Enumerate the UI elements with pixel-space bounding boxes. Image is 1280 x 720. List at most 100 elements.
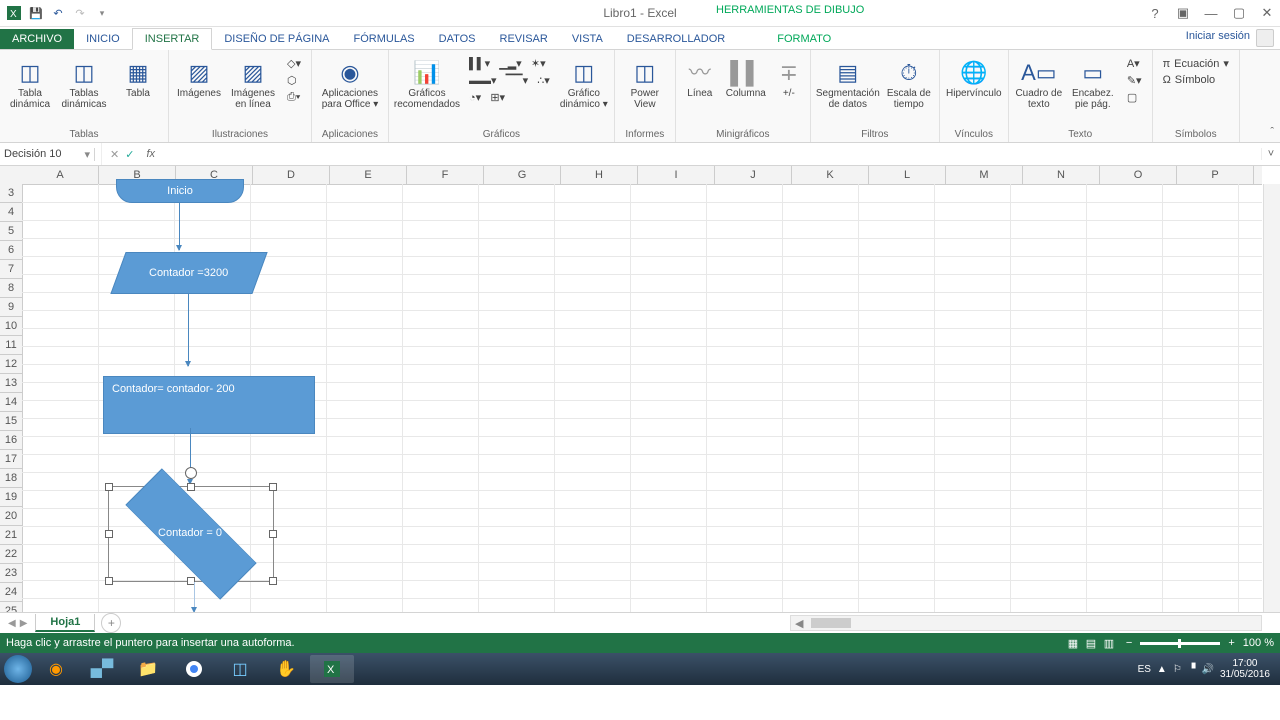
save-icon[interactable]: 💾	[26, 3, 46, 23]
add-sheet-button[interactable]: +	[101, 613, 121, 633]
btn-tablas-dinamicas[interactable]: ◫Tablas dinámicas	[58, 54, 110, 112]
user-avatar[interactable]	[1256, 29, 1274, 47]
handle-nw[interactable]	[105, 483, 113, 491]
shape-process[interactable]: Contador= contador- 200	[103, 376, 315, 434]
col-header[interactable]: A	[22, 166, 99, 184]
tab-revisar[interactable]: REVISAR	[488, 29, 560, 49]
taskbar-folder[interactable]: 📁	[126, 655, 170, 683]
row-header[interactable]: 7	[0, 260, 22, 279]
row-header[interactable]: 6	[0, 241, 22, 260]
row-header[interactable]: 9	[0, 298, 22, 317]
btn-tabla[interactable]: ▦Tabla	[112, 54, 164, 101]
btn-chart-pie[interactable]: ◔▾ ⊞▾	[465, 90, 554, 105]
col-header[interactable]: N	[1023, 166, 1100, 184]
taskbar-explorer[interactable]: ▄▀	[80, 655, 124, 683]
col-header[interactable]: J	[715, 166, 792, 184]
btn-mini-winloss[interactable]: ∓+/-	[772, 54, 806, 101]
btn-signature[interactable]: ✎▾	[1123, 73, 1146, 88]
row-headers[interactable]: 345678910111213141516171819202122232425	[0, 184, 23, 612]
btn-power-view[interactable]: ◫Power View	[619, 54, 671, 112]
btn-chart-bar[interactable]: ▬▬▾ ▔▔▾ ∴▾	[465, 73, 554, 88]
expand-formula-icon[interactable]: ˅	[1261, 148, 1280, 160]
taskbar-media[interactable]: ◉	[34, 655, 78, 683]
taskbar-chrome[interactable]	[172, 655, 216, 683]
shape-decision[interactable]: Contador = 0	[124, 488, 256, 578]
btn-aplicaciones[interactable]: ◉Aplicaciones para Office ▾	[316, 54, 384, 112]
col-header[interactable]: M	[946, 166, 1023, 184]
tab-formato[interactable]: FORMATO	[765, 29, 843, 49]
btn-ecuacion[interactable]: π Ecuación ▾	[1159, 56, 1233, 71]
btn-object[interactable]: ▢	[1123, 90, 1146, 105]
btn-escala-tiempo[interactable]: ⏱Escala de tiempo	[883, 54, 935, 112]
shape-start[interactable]: Inicio	[116, 179, 244, 203]
col-header[interactable]: H	[561, 166, 638, 184]
tray-volume-icon[interactable]: 🔊	[1201, 664, 1213, 675]
btn-simbolo[interactable]: Ω Símbolo	[1159, 73, 1233, 87]
btn-wordart[interactable]: A▾	[1123, 56, 1146, 71]
col-header[interactable]: E	[330, 166, 407, 184]
horizontal-scrollbar[interactable]: ◀	[790, 615, 1262, 631]
tray-flag-icon[interactable]: ▲	[1157, 664, 1167, 675]
col-header[interactable]: O	[1100, 166, 1177, 184]
formula-input[interactable]	[159, 148, 1261, 160]
btn-tabla-dinamica[interactable]: ◫Tabla dinámica	[4, 54, 56, 112]
connector-4[interactable]	[194, 582, 195, 612]
zoom-level[interactable]: 100 %	[1243, 637, 1274, 649]
start-button[interactable]	[4, 655, 32, 683]
col-header[interactable]: P	[1177, 166, 1254, 184]
maximize-icon[interactable]: ▢	[1228, 2, 1250, 24]
tab-datos[interactable]: DATOS	[427, 29, 488, 49]
row-header[interactable]: 11	[0, 336, 22, 355]
row-header[interactable]: 14	[0, 393, 22, 412]
btn-cuadro-texto[interactable]: A▭Cuadro de texto	[1013, 54, 1065, 112]
name-box[interactable]: Decisión 10▾	[0, 148, 95, 161]
btn-encabezado[interactable]: ▭Encabez. pie pág.	[1067, 54, 1119, 112]
handle-e[interactable]	[269, 530, 277, 538]
rotate-handle[interactable]	[185, 467, 197, 479]
row-header[interactable]: 5	[0, 222, 22, 241]
row-header[interactable]: 15	[0, 412, 22, 431]
row-header[interactable]: 21	[0, 526, 22, 545]
taskbar-excel[interactable]: X	[310, 655, 354, 683]
collapse-ribbon-icon[interactable]: ˆ	[1270, 126, 1274, 138]
row-header[interactable]: 3	[0, 184, 22, 203]
btn-hipervinculo[interactable]: 🌐Hipervínculo	[944, 54, 1004, 101]
view-buttons[interactable]: ▦▤▥	[1064, 637, 1118, 650]
row-header[interactable]: 17	[0, 450, 22, 469]
sheet-tab-hoja1[interactable]: Hoja1	[35, 614, 95, 632]
row-header[interactable]: 16	[0, 431, 22, 450]
zoom-in-icon[interactable]: +	[1228, 637, 1234, 649]
zoom-out-icon[interactable]: −	[1126, 637, 1132, 649]
btn-mini-linea[interactable]: 〰Línea	[680, 54, 720, 101]
view-layout-icon[interactable]: ▤	[1082, 637, 1100, 650]
tab-diseno[interactable]: DISEÑO DE PÁGINA	[212, 29, 341, 49]
col-header[interactable]: I	[638, 166, 715, 184]
btn-segmentacion[interactable]: ▤Segmentación de datos	[815, 54, 881, 112]
tab-inicio[interactable]: INICIO	[74, 29, 132, 49]
btn-shapes[interactable]: ◇▾	[283, 56, 305, 71]
enter-icon[interactable]: ✓	[125, 148, 134, 161]
sign-in-link[interactable]: Iniciar sesión	[1186, 30, 1250, 42]
view-break-icon[interactable]: ▥	[1100, 637, 1118, 650]
select-all-cell[interactable]	[0, 166, 23, 185]
cancel-icon[interactable]: ✕	[110, 148, 119, 161]
vertical-scrollbar[interactable]	[1263, 184, 1280, 612]
connector-1[interactable]	[179, 202, 180, 250]
sheet-nav[interactable]: ◀▶	[0, 618, 35, 629]
tab-insertar[interactable]: INSERTAR	[132, 28, 213, 50]
col-header[interactable]: F	[407, 166, 484, 184]
tray-action-icon[interactable]: ⚐	[1173, 664, 1182, 675]
row-header[interactable]: 23	[0, 564, 22, 583]
tab-vista[interactable]: VISTA	[560, 29, 615, 49]
btn-imagenes-en-linea[interactable]: ▨Imágenes en línea	[227, 54, 279, 112]
btn-mini-columna[interactable]: ▌▌Columna	[722, 54, 770, 101]
taskbar-app2[interactable]: ✋	[264, 655, 308, 683]
fx-icon[interactable]: fx	[142, 148, 159, 160]
tray-network-icon[interactable]: ▝	[1188, 664, 1196, 675]
btn-screenshot[interactable]: ⎙▾	[283, 90, 305, 105]
row-header[interactable]: 25	[0, 602, 22, 612]
lang-indicator[interactable]: ES	[1138, 664, 1151, 675]
row-header[interactable]: 24	[0, 583, 22, 602]
tab-formulas[interactable]: FÓRMULAS	[342, 29, 427, 49]
redo-icon[interactable]: ↷	[70, 3, 90, 23]
